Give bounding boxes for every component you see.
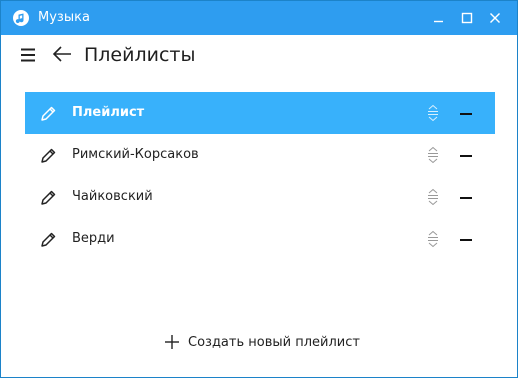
- toolbar: Плейлисты: [1, 35, 517, 75]
- minus-icon: [460, 113, 472, 115]
- plus-icon: [163, 333, 181, 351]
- back-button[interactable]: [51, 44, 73, 66]
- drag-handle-icon: [428, 104, 438, 122]
- drag-handle-icon: [428, 230, 438, 248]
- minimize-button[interactable]: [430, 9, 448, 27]
- minimize-icon: [434, 20, 443, 23]
- drag-handle[interactable]: [426, 146, 440, 164]
- minus-icon: [460, 239, 472, 241]
- maximize-icon: [461, 12, 473, 24]
- playlist-row[interactable]: Чайковский: [25, 176, 495, 218]
- edit-button[interactable]: [39, 189, 57, 207]
- drag-handle-icon: [428, 188, 438, 206]
- minus-icon: [460, 197, 472, 199]
- page-title: Плейлисты: [84, 44, 196, 66]
- playlist-name: Чайковский: [72, 189, 153, 204]
- minus-icon: [460, 155, 472, 157]
- pencil-icon: [41, 106, 56, 121]
- playlist-name: Верди: [72, 231, 115, 246]
- back-arrow-icon: [52, 46, 71, 62]
- window-title: Музыка: [38, 10, 90, 25]
- drag-handle[interactable]: [426, 230, 440, 248]
- hamburger-menu-icon: [21, 48, 35, 62]
- create-playlist-label: Создать новый плейлист: [188, 335, 360, 350]
- pencil-icon: [41, 148, 56, 163]
- music-note-icon: [13, 10, 29, 26]
- remove-button[interactable]: [459, 232, 473, 246]
- app-window: Музыка Плейлисты Плейлист Римский-Корсак…: [0, 0, 518, 378]
- remove-button[interactable]: [459, 106, 473, 120]
- remove-button[interactable]: [459, 148, 473, 162]
- playlist-row[interactable]: Римский-Корсаков: [25, 134, 495, 176]
- menu-button[interactable]: [18, 44, 40, 66]
- playlist-row[interactable]: Плейлист: [25, 92, 495, 134]
- pencil-icon: [41, 190, 56, 205]
- edit-button[interactable]: [39, 147, 57, 165]
- close-button[interactable]: [486, 9, 504, 27]
- playlist-name: Плейлист: [72, 105, 145, 120]
- drag-handle[interactable]: [426, 104, 440, 122]
- playlist-row[interactable]: Верди: [25, 218, 495, 260]
- playlist-name: Римский-Корсаков: [72, 147, 199, 162]
- edit-button[interactable]: [39, 231, 57, 249]
- pencil-icon: [41, 232, 56, 247]
- playlist-list: Плейлист Римский-Корсаков Чайковский Вер…: [25, 92, 495, 260]
- title-bar[interactable]: Музыка: [1, 1, 517, 35]
- drag-handle-icon: [428, 146, 438, 164]
- maximize-button[interactable]: [458, 9, 476, 27]
- close-icon: [490, 13, 500, 23]
- remove-button[interactable]: [459, 190, 473, 204]
- drag-handle[interactable]: [426, 188, 440, 206]
- edit-button[interactable]: [39, 105, 57, 123]
